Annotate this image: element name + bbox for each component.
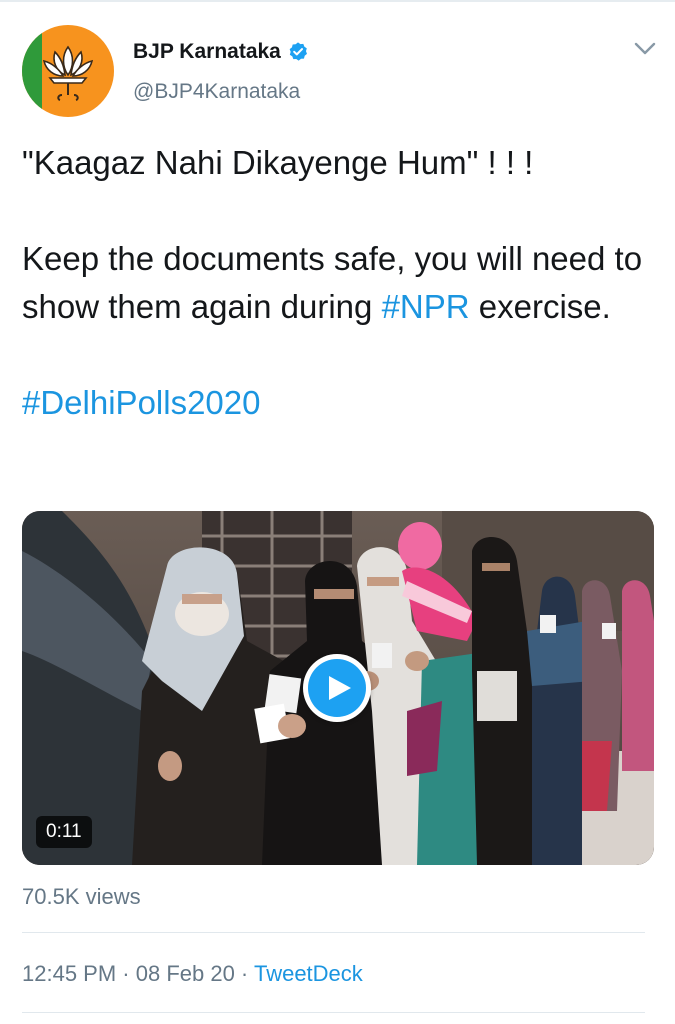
tweet-date[interactable]: 08 Feb 20 <box>136 961 235 986</box>
play-button-circle[interactable] <box>308 659 366 717</box>
hashtag-delhipolls-link[interactable]: #DelhiPolls2020 <box>22 384 261 421</box>
video-duration: 0:11 <box>36 816 92 848</box>
tweet-source-link[interactable]: TweetDeck <box>254 961 363 986</box>
avatar[interactable] <box>22 25 114 117</box>
bottom-divider <box>22 1012 645 1013</box>
display-name[interactable]: BJP Karnataka <box>133 40 281 64</box>
author-name-row[interactable]: BJP Karnataka <box>133 37 309 67</box>
tweet-time[interactable]: 12:45 PM <box>22 961 116 986</box>
hashtag-npr-link[interactable]: #NPR <box>382 288 470 325</box>
meta-divider <box>22 932 645 933</box>
lotus-logo-icon <box>42 45 94 101</box>
verified-badge-icon <box>289 42 307 61</box>
author-handle[interactable]: @BJP4Karnataka <box>133 80 300 104</box>
play-icon <box>329 676 351 700</box>
view-count: 70.5K views <box>22 884 141 909</box>
tweet-text-line1: "Kaagaz Nahi Dikayenge Hum" ! ! ! <box>22 144 534 181</box>
video-player[interactable]: 0:11 <box>22 511 654 865</box>
tweet-text-body-end: exercise. <box>469 288 611 325</box>
tweet-meta: 12:45 PM · 08 Feb 20 · TweetDeck <box>22 961 363 987</box>
meta-separator: · <box>234 961 254 986</box>
meta-separator: · <box>116 961 136 986</box>
tweet-text: "Kaagaz Nahi Dikayenge Hum" ! ! ! Keep t… <box>22 139 652 427</box>
play-button[interactable] <box>303 654 371 722</box>
tweet-text-body: Keep the documents safe, you will need t… <box>22 235 652 331</box>
chevron-down-icon[interactable] <box>633 41 657 57</box>
top-divider <box>0 0 675 2</box>
